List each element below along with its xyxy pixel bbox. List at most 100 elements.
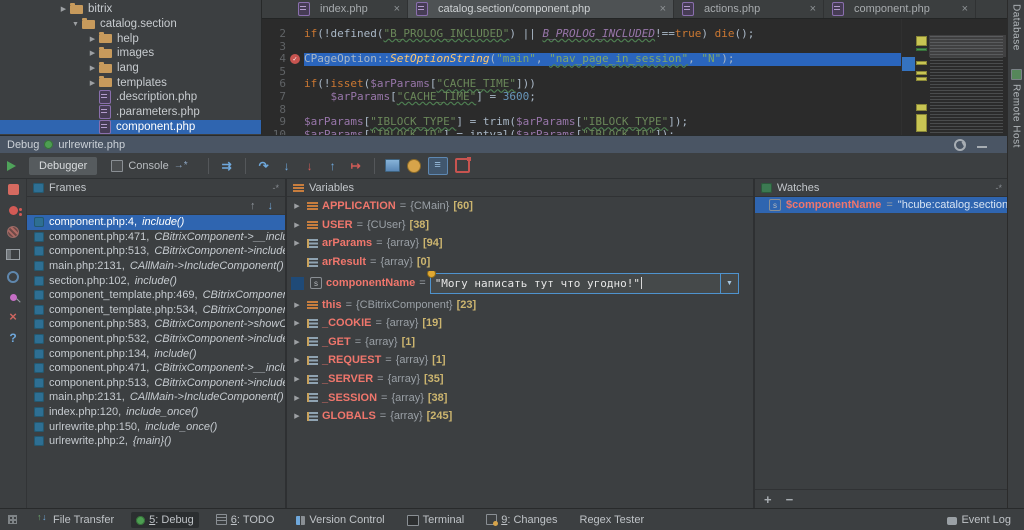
debug-tab-console[interactable]: Console→* (101, 157, 197, 175)
frame-row[interactable]: index.php:120, include_once() (27, 405, 285, 420)
line-number[interactable]: 2 (262, 28, 289, 41)
variable-row[interactable]: ▶_SERVER={array}[35] (287, 370, 753, 389)
inline-values-toggle[interactable]: ≡ (428, 157, 448, 175)
help-icon[interactable]: ? (9, 333, 16, 343)
variable-row[interactable]: ▶_GET={array}[1] (287, 333, 753, 352)
code-editor[interactable]: 2if(!defined("B_PROLOG_INCLUDED") || B_P… (262, 19, 902, 135)
expand-arrow-icon[interactable]: ▶ (291, 202, 303, 210)
force-step-into-button[interactable]: ↓ (302, 159, 318, 173)
editor-tab[interactable]: actions.php× (674, 0, 824, 18)
editor-tab[interactable]: index.php× (290, 0, 408, 18)
hide-panel-button[interactable] (977, 142, 987, 148)
frame-row[interactable]: component.php:4, include() (27, 215, 285, 230)
frame-row[interactable]: component.php:471, CBitrixComponent->__i… (27, 361, 285, 376)
step-into-button[interactable]: ↓ (279, 159, 295, 173)
gutter[interactable] (289, 129, 304, 135)
tree-item[interactable]: .parameters.php (0, 105, 261, 120)
frame-row[interactable]: main.php:2131, CAllMain->IncludeComponen… (27, 259, 285, 274)
variable-row[interactable]: scomponentName="Могу написать тут что уг… (287, 271, 753, 295)
statusbar-item-event-log[interactable]: Event Log (942, 512, 1016, 528)
variable-row[interactable]: ▶this={CBitrixComponent}[23] (287, 295, 753, 314)
statusbar-item--todo[interactable]: 6: TODO (211, 512, 280, 528)
expand-arrow-icon[interactable]: ▶ (291, 356, 303, 364)
line-number[interactable]: 9 (262, 116, 289, 129)
tree-item[interactable]: ▶templates (0, 75, 261, 90)
toolwindow-switcher-icon[interactable] (8, 515, 17, 524)
close-icon[interactable]: × (650, 3, 666, 15)
gutter[interactable] (289, 66, 304, 79)
variable-row[interactable]: ▶_SESSION={array}[38] (287, 388, 753, 407)
statusbar-item-terminal[interactable]: Terminal (402, 512, 470, 528)
frame-row[interactable]: component.php:532, CBitrixComponent->inc… (27, 332, 285, 347)
expand-arrow-icon[interactable]: ▶ (291, 338, 303, 346)
tree-item[interactable]: .description.php (0, 90, 261, 105)
gutter[interactable] (289, 116, 304, 129)
pin-tab-icon[interactable] (10, 294, 17, 301)
tree-item[interactable]: component.php (0, 120, 261, 135)
run-to-cursor-button[interactable]: ↦ (348, 159, 364, 173)
variable-row[interactable]: ▶USER={CUser}[38] (287, 216, 753, 235)
frame-row[interactable]: component.php:583, CBitrixComponent->sho… (27, 317, 285, 332)
gutter[interactable]: ✓ (289, 53, 304, 66)
variable-row[interactable]: ▶GLOBALS={array}[245] (287, 407, 753, 426)
gutter[interactable] (289, 78, 304, 91)
toolwindow-button-remote-host[interactable]: Remote Host (1011, 84, 1022, 148)
gutter[interactable] (289, 104, 304, 117)
close-icon[interactable]: × (384, 3, 400, 15)
debug-settings-button[interactable]: ▼ (954, 139, 967, 151)
frame-row[interactable]: component.php:513, CBitrixComponent->inc… (27, 376, 285, 391)
variable-row[interactable]: ▶_COOKIE={array}[19] (287, 314, 753, 333)
step-out-button[interactable]: ↑ (325, 159, 341, 173)
next-frame-button[interactable]: ↓ (268, 200, 274, 212)
variable-row[interactable]: ▶APPLICATION={CMain}[60] (287, 197, 753, 216)
line-number[interactable]: 10 (262, 129, 289, 135)
evaluate-expression-button[interactable] (385, 159, 400, 172)
previous-frame-button[interactable]: ↑ (250, 200, 256, 212)
expand-arrow-icon[interactable]: ▶ (291, 301, 303, 309)
statusbar-item--changes[interactable]: 9: Changes (481, 512, 562, 528)
close-icon[interactable]: × (9, 312, 17, 322)
minimap[interactable] (901, 19, 1008, 135)
tree-item[interactable]: ▶images (0, 46, 261, 61)
gutter[interactable] (289, 91, 304, 104)
panel-options-icon[interactable]: -* (996, 183, 1003, 193)
expand-arrow-icon[interactable]: ▶ (291, 319, 303, 327)
view-breakpoints-button[interactable] (9, 206, 18, 215)
frame-row[interactable]: component_template.php:469, CBitrixCompo… (27, 288, 285, 303)
expand-arrow-icon[interactable]: ▶ (291, 412, 303, 420)
expand-arrow-icon[interactable]: ▶ (291, 375, 303, 383)
statusbar-item-version-control[interactable]: Version Control (291, 512, 389, 528)
debug-tab-debugger[interactable]: Debugger (29, 157, 97, 175)
editor-tab[interactable]: catalog.section/component.php× (408, 0, 674, 18)
frame-row[interactable]: urlrewrite.php:150, include_once() (27, 419, 285, 434)
mute-breakpoints-button[interactable] (7, 226, 19, 238)
restore-layout-button[interactable] (6, 249, 20, 260)
breakpoint-icon[interactable]: ✓ (290, 54, 300, 64)
statusbar-item-regex-tester[interactable]: Regex Tester (575, 512, 650, 528)
panel-options-icon[interactable]: -* (273, 183, 280, 193)
variable-row[interactable]: arResult={array}[0] (287, 253, 753, 272)
settings-gear-icon[interactable] (7, 271, 19, 283)
resume-button[interactable] (7, 161, 16, 171)
variable-row[interactable]: ▶arParams={array}[94] (287, 234, 753, 253)
close-icon[interactable]: × (800, 3, 816, 15)
expand-arrow-icon[interactable]: ▶ (291, 221, 303, 229)
gutter[interactable] (289, 28, 304, 41)
dropdown-arrow-icon[interactable]: ▼ (720, 274, 738, 293)
statusbar-item-file-transfer[interactable]: File Transfer (33, 512, 119, 528)
variable-row[interactable]: ▶_REQUEST={array}[1] (287, 351, 753, 370)
toolwindow-button-database[interactable]: Database (1011, 4, 1022, 51)
watch-row[interactable]: s$componentName="hcube:catalog.section" (755, 197, 1008, 213)
tree-item[interactable]: ▶form.result.new (0, 134, 261, 135)
frame-row[interactable]: main.php:2131, CAllMain->IncludeComponen… (27, 390, 285, 405)
frame-row[interactable]: section.php:102, include() (27, 273, 285, 288)
line-number[interactable]: 4 (262, 53, 289, 66)
show-execution-point-button[interactable]: ⇉ (219, 159, 235, 173)
frame-row[interactable]: component.php:134, include() (27, 346, 285, 361)
editor-tab[interactable]: component.php× (824, 0, 976, 18)
expand-arrow-icon[interactable]: ▶ (291, 394, 303, 402)
remove-watch-button[interactable]: − (786, 492, 794, 507)
tree-item[interactable]: ▶lang (0, 61, 261, 76)
stop-button[interactable] (8, 184, 19, 195)
frame-row[interactable]: component.php:471, CBitrixComponent->__i… (27, 230, 285, 245)
